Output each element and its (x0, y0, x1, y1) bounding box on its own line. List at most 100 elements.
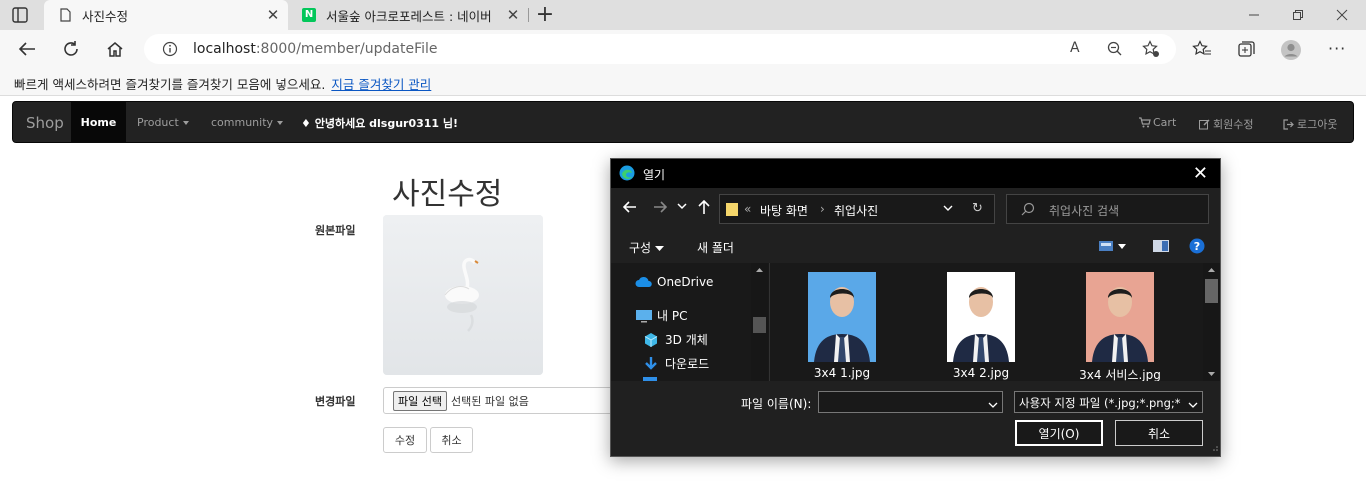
dialog-close-icon[interactable]: ✕ (1193, 163, 1208, 184)
logout-icon (1283, 118, 1294, 130)
dialog-search-input[interactable]: 취업사진 검색 (1006, 194, 1209, 224)
restore-icon[interactable] (1276, 0, 1320, 30)
dialog-cancel-button[interactable]: 취소 (1115, 420, 1203, 446)
folder-icon (726, 203, 738, 216)
change-file-label: 변경파일 (315, 395, 356, 408)
tree-scrollbar[interactable] (751, 263, 768, 381)
path-desktop[interactable]: 바탕 화면 (760, 202, 808, 219)
file-input[interactable]: 파일 선택 선택된 파일 없음 (383, 387, 623, 414)
file-type-filter[interactable]: 사용자 지정 파일 (*.jpg;*.png;* (1014, 391, 1203, 413)
open-file-dialog: 열기 ✕ « 바탕 화면 › 취업사진 ↻ 취업사진 검색 구성 새 폴더 ? … (610, 158, 1221, 457)
more-icon[interactable]: ··· (1328, 39, 1348, 59)
nav-community-dropdown[interactable]: community (211, 116, 284, 129)
help-icon[interactable]: ? (1189, 238, 1205, 257)
organize-menu[interactable]: 구성 (629, 239, 664, 256)
nav-logout[interactable]: 로그아웃 (1283, 116, 1337, 132)
tab-naver[interactable]: N 서울숲 아크로포레스트 : 네이버 ✕ (288, 0, 528, 30)
collections-icon[interactable] (1236, 39, 1256, 59)
cube-icon (644, 332, 658, 347)
new-folder-button[interactable]: 새 폴더 (697, 239, 734, 256)
favorites-bar: 빠르게 액세스하려면 즐겨찾기를 즐겨찾기 모음에 넣으세요. 지금 즐겨찾기 관… (0, 68, 1366, 96)
tab-photo-edit[interactable]: 사진수정 ✕ (44, 0, 288, 30)
nav-home[interactable]: Home (71, 102, 126, 142)
file-name: 3x4 2.jpg (952, 366, 1010, 380)
brand-link[interactable]: Shop (26, 114, 64, 132)
favorites-message: 빠르게 액세스하려면 즐겨찾기를 즐겨찾기 모음에 넣으세요. 지금 즐겨찾기 관… (14, 77, 432, 92)
nav-cart[interactable]: Cart (1139, 116, 1176, 129)
file-name-combobox[interactable] (818, 391, 1003, 413)
new-tab-icon[interactable]: + (534, 2, 556, 27)
svg-text:?: ? (1194, 240, 1200, 253)
folder-tree: OneDrive 내 PC 3D 개체 다운로드 (611, 263, 769, 381)
close-window-icon[interactable] (1320, 0, 1364, 30)
original-photo (383, 215, 543, 375)
favorites-icon[interactable] (1192, 39, 1212, 59)
open-button[interactable]: 열기(O) (1015, 420, 1103, 446)
chevron-down-icon (988, 398, 998, 412)
submit-button[interactable]: 수정 (383, 427, 427, 453)
photo-thumbnail (1086, 272, 1154, 362)
file-list-scrollbar[interactable] (1203, 263, 1220, 381)
path-bar[interactable]: « 바탕 화면 › 취업사진 ↻ (719, 194, 995, 224)
close-tab-icon[interactable]: ✕ (502, 6, 524, 24)
nav-product-dropdown[interactable]: Product (137, 116, 189, 129)
nav-edit-member[interactable]: 회원수정 (1199, 116, 1253, 132)
dialog-titlebar: 열기 ✕ (611, 159, 1220, 188)
preview-pane-icon[interactable] (1153, 240, 1169, 255)
naver-icon: N (302, 8, 316, 22)
search-icon (1021, 202, 1035, 219)
profile-avatar-icon[interactable] (1280, 39, 1301, 60)
greeting-text: ♦ 안녕하세요 dlsgur0311 님! (301, 117, 459, 130)
file-name: 3x4 1.jpg (813, 366, 871, 380)
choose-file-button[interactable]: 파일 선택 (393, 390, 447, 411)
close-tab-icon[interactable]: ✕ (262, 6, 284, 24)
file-item[interactable]: 3x4 2.jpg (921, 272, 1041, 380)
caret-icon (182, 121, 189, 125)
chevron-down-icon (1188, 398, 1198, 412)
search-placeholder: 취업사진 검색 (1049, 204, 1120, 218)
dialog-toolbar: 구성 새 폴더 ? (611, 230, 1220, 263)
add-favorite-icon[interactable] (1142, 40, 1160, 58)
url-field[interactable]: localhost:8000/member/updateFile A (144, 34, 1176, 64)
caret-icon (277, 121, 284, 125)
edit-icon (1199, 119, 1210, 129)
tree-item-this-pc[interactable]: 내 PC (635, 307, 687, 324)
view-options-icon[interactable] (1099, 240, 1127, 255)
cloud-icon (635, 276, 652, 287)
file-item[interactable]: 3x4 1.jpg (782, 272, 902, 380)
back-icon[interactable] (16, 39, 38, 59)
original-file-label: 원본파일 (315, 224, 356, 237)
refresh-icon[interactable] (60, 39, 82, 59)
tab-actions-icon[interactable] (10, 6, 30, 24)
tree-item-3d-objects[interactable]: 3D 개체 (643, 331, 708, 348)
file-item[interactable]: 3x4 서비스.jpg (1060, 272, 1180, 383)
resize-grip-icon[interactable] (1210, 440, 1218, 454)
chevron-down-icon (654, 246, 664, 251)
home-icon[interactable] (104, 39, 126, 59)
photo-thumbnail (808, 272, 876, 362)
address-bar: localhost:8000/member/updateFile A ··· (0, 30, 1366, 68)
minimize-icon[interactable] (1232, 0, 1276, 30)
dialog-back-icon[interactable] (622, 199, 637, 218)
tree-item-onedrive[interactable]: OneDrive (635, 275, 713, 289)
path-overflow[interactable]: « (744, 202, 751, 216)
cart-icon (1139, 117, 1151, 128)
tree-item-downloads[interactable]: 다운로드 (643, 355, 709, 372)
manage-favorites-link[interactable]: 지금 즐겨찾기 관리 (331, 77, 431, 92)
monitor-icon (636, 309, 652, 322)
dialog-refresh-icon[interactable]: ↻ (972, 201, 983, 216)
zoom-icon[interactable] (1106, 40, 1124, 58)
dialog-title: 열기 (643, 168, 666, 182)
recent-locations-icon[interactable] (677, 202, 687, 213)
path-job-photos[interactable]: 취업사진 (834, 202, 878, 219)
path-dropdown-icon[interactable] (943, 201, 953, 215)
up-folder-icon[interactable] (697, 199, 711, 218)
page-title: 사진수정 (392, 177, 503, 212)
download-icon (645, 356, 657, 370)
dialog-forward-icon[interactable] (653, 199, 668, 218)
cancel-button[interactable]: 취소 (430, 427, 473, 453)
dialog-navigation: « 바탕 화면 › 취업사진 ↻ 취업사진 검색 (611, 188, 1220, 230)
info-icon[interactable] (162, 41, 178, 60)
read-aloud-icon[interactable]: A (1070, 40, 1088, 58)
tab-title: 서울숲 아크로포레스트 : 네이버 (326, 8, 492, 24)
